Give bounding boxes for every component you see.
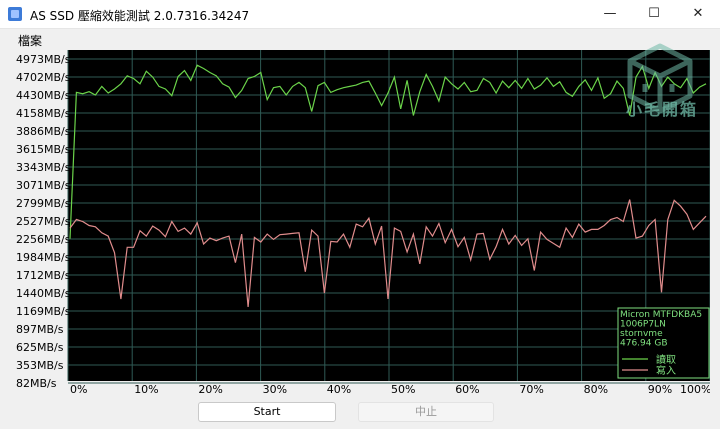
x-tick-label: 30%: [263, 383, 287, 396]
window-title: AS SSD 壓縮效能測試 2.0.7316.34247: [30, 9, 250, 23]
x-tick-label: 100%: [680, 383, 710, 396]
y-tick-label: 2799MB/s: [16, 197, 71, 210]
y-tick-label: 2527MB/s: [16, 215, 71, 228]
legend-device-line: 1006P7LN: [620, 320, 666, 330]
maximize-button[interactable]: ☐: [632, 0, 676, 28]
x-tick-label: 50%: [391, 383, 415, 396]
x-tick-label: 20%: [198, 383, 222, 396]
y-tick-label: 3886MB/s: [16, 125, 71, 138]
menu-bar: 檔案: [0, 29, 720, 49]
x-tick-label: 80%: [584, 383, 608, 396]
y-tick-label: 3615MB/s: [16, 143, 71, 156]
start-button[interactable]: Start: [198, 402, 336, 422]
x-tick-label: 40%: [327, 383, 351, 396]
legend-read-label: 讀取: [656, 353, 676, 366]
x-tick-label: 60%: [455, 383, 479, 396]
legend-device-line: Micron MTFDKBA5: [620, 310, 702, 320]
y-tick-label: 897MB/s: [16, 323, 64, 336]
y-tick-label: 4158MB/s: [16, 107, 71, 120]
y-tick-label: 2256MB/s: [16, 233, 71, 246]
title-bar: AS SSD 壓縮效能測試 2.0.7316.34247 — ☐ ✕: [0, 0, 720, 29]
chart-panel: 4973MB/s 4702MB/s 4430MB/s 4158MB/s 3886MB/s…: [14, 50, 710, 396]
y-tick-label: 3071MB/s: [16, 179, 71, 192]
minimize-button[interactable]: —: [588, 0, 632, 28]
x-tick-label: 90%: [648, 383, 672, 396]
y-tick-label: 82MB/s: [16, 377, 57, 390]
close-button[interactable]: ✕: [676, 0, 720, 28]
y-tick-label: 353MB/s: [16, 359, 64, 372]
x-tick-label: 70%: [519, 383, 543, 396]
stop-button[interactable]: 中止: [358, 402, 494, 422]
legend-device-line: 476.94 GB: [620, 339, 668, 349]
legend-device-line: stornvme: [620, 329, 663, 339]
menu-file[interactable]: 檔案: [18, 32, 42, 49]
y-tick-label: 4702MB/s: [16, 71, 71, 84]
y-tick-label: 1169MB/s: [16, 305, 71, 318]
app-icon: [8, 7, 22, 21]
y-tick-label: 4430MB/s: [16, 89, 71, 102]
y-tick-label: 625MB/s: [16, 341, 64, 354]
bottom-bar: Start 中止: [0, 399, 720, 429]
y-tick-label: 3343MB/s: [16, 161, 71, 174]
x-tick-label: 10%: [134, 383, 158, 396]
benchmark-chart: 4973MB/s 4702MB/s 4430MB/s 4158MB/s 3886MB/s…: [16, 50, 710, 396]
y-tick-label: 1712MB/s: [16, 269, 71, 282]
x-tick-label: 0%: [70, 383, 87, 396]
y-tick-label: 1984MB/s: [16, 251, 71, 264]
y-tick-label: 1440MB/s: [16, 287, 71, 300]
y-tick-label: 4973MB/s: [16, 53, 71, 66]
legend-write-label: 寫入: [656, 364, 676, 377]
